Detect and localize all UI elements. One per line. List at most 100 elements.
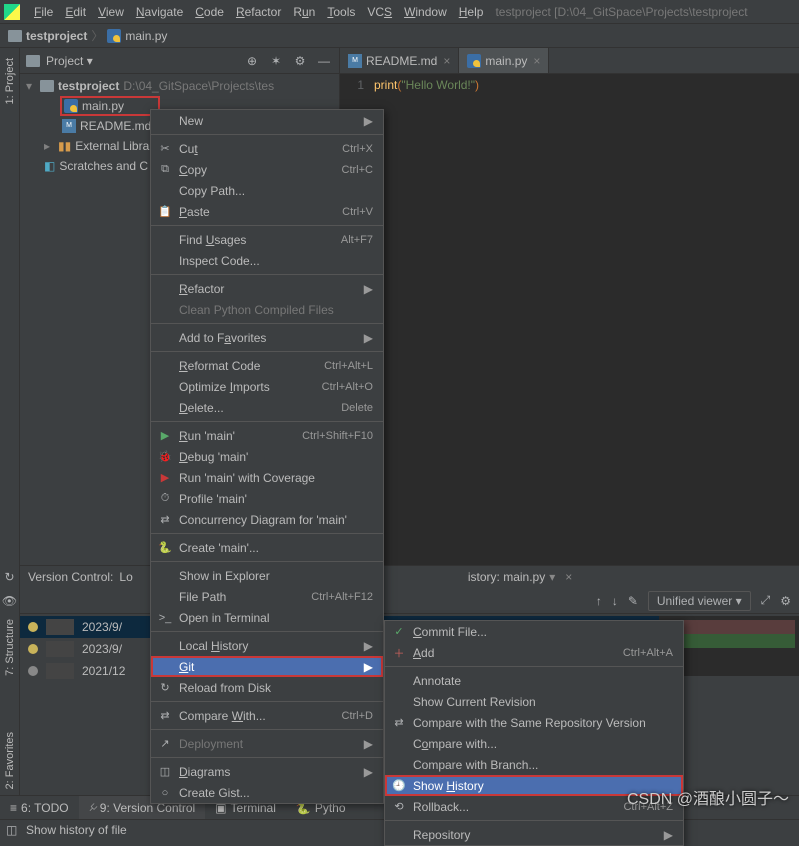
menu-item-diagrams[interactable]: ◫Diagrams▶ bbox=[151, 761, 383, 782]
menu-vcs[interactable]: VCS bbox=[361, 5, 398, 19]
expand-icon[interactable]: ✶ bbox=[267, 52, 285, 70]
menu-item-paste[interactable]: 📋PasteCtrl+V bbox=[151, 201, 383, 222]
up-icon[interactable]: ↑ bbox=[596, 594, 602, 608]
close-icon[interactable]: × bbox=[443, 54, 450, 68]
menu-item-profile-main[interactable]: ⏱Profile 'main' bbox=[151, 488, 383, 509]
menu-item-repository[interactable]: Repository▶ bbox=[385, 824, 683, 845]
menu-item-git[interactable]: Git▶ bbox=[151, 656, 383, 677]
menu-item-refactor[interactable]: Refactor▶ bbox=[151, 278, 383, 299]
hide-icon[interactable]: — bbox=[315, 52, 333, 70]
expand-icon[interactable]: ⤢ bbox=[761, 593, 771, 608]
menu-item-label: New bbox=[179, 114, 350, 128]
menu-item-show-history[interactable]: 🕘Show History bbox=[385, 775, 683, 796]
project-header-title[interactable]: Project ▾ bbox=[46, 54, 237, 68]
menu-item-concurrency-diagram-for-main[interactable]: ⇄Concurrency Diagram for 'main' bbox=[151, 509, 383, 530]
menu-item-find-usages[interactable]: Find UsagesAlt+F7 bbox=[151, 229, 383, 250]
menu-item-add[interactable]: ＋AddCtrl+Alt+A bbox=[385, 642, 683, 663]
separator bbox=[151, 323, 383, 324]
menu-item-copy[interactable]: ⧉CopyCtrl+C bbox=[151, 159, 383, 180]
menu-item-run-main-with-coverage[interactable]: ▶Run 'main' with Coverage bbox=[151, 467, 383, 488]
close-icon[interactable]: × bbox=[533, 54, 540, 68]
menu-item-label: Debug 'main' bbox=[179, 450, 373, 464]
menu-item-icon bbox=[157, 302, 173, 318]
code-token-str: "Hello World!" bbox=[401, 78, 475, 92]
menu-refactor[interactable]: Refactor bbox=[230, 5, 287, 19]
menu-item-create-gist[interactable]: ○Create Gist... bbox=[151, 782, 383, 803]
menu-item-debug-main[interactable]: 🐞Debug 'main' bbox=[151, 446, 383, 467]
gear-icon[interactable]: ⚙ bbox=[291, 52, 309, 70]
menu-edit[interactable]: Edit bbox=[59, 5, 92, 19]
chevron-down-icon[interactable]: ▾ bbox=[26, 79, 36, 93]
breadcrumb-project[interactable]: testproject bbox=[8, 29, 87, 43]
viewer-dropdown[interactable]: Unified viewer ▾ bbox=[648, 591, 751, 611]
menu-navigate[interactable]: Navigate bbox=[130, 5, 189, 19]
breadcrumb-file[interactable]: main.py bbox=[107, 29, 167, 43]
menu-item-shortcut: Alt+F7 bbox=[341, 234, 373, 246]
menu-item-compare-with-branch[interactable]: Compare with Branch... bbox=[385, 754, 683, 775]
menu-item-run-main[interactable]: ▶Run 'main'Ctrl+Shift+F10 bbox=[151, 425, 383, 446]
refresh-icon[interactable]: ↻ bbox=[2, 569, 18, 585]
tree-root[interactable]: ▾ testproject D:\04_GitSpace\Projects\te… bbox=[20, 76, 339, 96]
dropdown-icon[interactable]: ▾ bbox=[549, 570, 555, 584]
menu-item-reformat-code[interactable]: Reformat CodeCtrl+Alt+L bbox=[151, 355, 383, 376]
menu-item-add-to-favorites[interactable]: Add to Favorites▶ bbox=[151, 327, 383, 348]
menu-item-show-current-revision[interactable]: Show Current Revision bbox=[385, 691, 683, 712]
menu-item-open-in-terminal[interactable]: >_Open in Terminal bbox=[151, 607, 383, 628]
code-content[interactable]: print("Hello World!") bbox=[370, 74, 799, 565]
tab-favorites[interactable]: 2: Favorites bbox=[2, 726, 18, 795]
menu-item-new[interactable]: New▶ bbox=[151, 110, 383, 131]
menu-item-cut[interactable]: ✂CutCtrl+X bbox=[151, 138, 383, 159]
locate-icon[interactable]: ⊕ bbox=[243, 52, 261, 70]
menu-item-create-main[interactable]: 🐍Create 'main'... bbox=[151, 537, 383, 558]
menu-item-compare-with[interactable]: ⇄Compare With...Ctrl+D bbox=[151, 705, 383, 726]
menu-item-file-path[interactable]: File PathCtrl+Alt+F12 bbox=[151, 586, 383, 607]
editor-tab-readme[interactable]: M README.md × bbox=[340, 48, 459, 73]
menu-item-commit-file[interactable]: ✓Commit File... bbox=[385, 621, 683, 642]
down-icon[interactable]: ↓ bbox=[612, 594, 618, 608]
menu-item-icon: ＋ bbox=[391, 645, 407, 661]
menu-code[interactable]: Code bbox=[189, 5, 230, 19]
menu-item-annotate[interactable]: Annotate bbox=[385, 670, 683, 691]
menu-item-label: Rollback... bbox=[413, 800, 597, 814]
chevron-right-icon[interactable]: ▸ bbox=[44, 139, 54, 153]
tree-file-main[interactable]: main.py bbox=[60, 96, 160, 116]
menu-help[interactable]: Help bbox=[453, 5, 490, 19]
menu-item-label: Clean Python Compiled Files bbox=[179, 303, 373, 317]
menu-item-compare-with-the-same-repository-version[interactable]: ⇄Compare with the Same Repository Versio… bbox=[385, 712, 683, 733]
editor-area: M README.md × main.py × 1 print("Hello W… bbox=[340, 48, 799, 565]
edit-icon[interactable]: ✎ bbox=[628, 594, 638, 608]
tab-structure[interactable]: 7: Structure bbox=[2, 613, 18, 682]
eye-icon[interactable]: 👁 bbox=[2, 593, 18, 609]
chevron-right-icon: 〉 bbox=[91, 27, 103, 44]
vc-tab-log[interactable]: Lo bbox=[119, 570, 132, 584]
menu-item-compare-with[interactable]: Compare with... bbox=[385, 733, 683, 754]
menu-item-icon: ▶ bbox=[157, 470, 173, 486]
menu-item-label: Delete... bbox=[179, 401, 315, 415]
menu-item-delete[interactable]: Delete...Delete bbox=[151, 397, 383, 418]
menu-run[interactable]: Run bbox=[287, 5, 321, 19]
chevron-right-icon: ▶ bbox=[364, 660, 373, 674]
editor-tab-main[interactable]: main.py × bbox=[459, 48, 549, 73]
menu-item-reload-from-disk[interactable]: ↻Reload from Disk bbox=[151, 677, 383, 698]
editor-tabs: M README.md × main.py × bbox=[340, 48, 799, 74]
menu-item-show-in-explorer[interactable]: Show in Explorer bbox=[151, 565, 383, 586]
editor-body[interactable]: 1 print("Hello World!") bbox=[340, 74, 799, 565]
menu-window[interactable]: Window bbox=[398, 5, 453, 19]
tab-todo[interactable]: ≡ 6: TODO bbox=[0, 796, 79, 819]
menu-item-optimize-imports[interactable]: Optimize ImportsCtrl+Alt+O bbox=[151, 376, 383, 397]
commit-date: 2023/9/ bbox=[82, 620, 122, 634]
menu-tools[interactable]: Tools bbox=[321, 5, 361, 19]
menu-file[interactable]: File bbox=[28, 5, 59, 19]
gear-icon[interactable]: ⚙ bbox=[780, 594, 791, 608]
close-icon[interactable]: × bbox=[565, 570, 572, 584]
menu-item-copy-path[interactable]: Copy Path... bbox=[151, 180, 383, 201]
menu-item-rollback[interactable]: ⟲Rollback...Ctrl+Alt+Z bbox=[385, 796, 683, 817]
tab-project[interactable]: 1: Project bbox=[2, 52, 18, 110]
window-icon[interactable]: ◫ bbox=[6, 823, 20, 837]
scratches-icon: ◧ bbox=[44, 159, 55, 173]
menu-item-label: Annotate bbox=[413, 674, 673, 688]
menu-item-local-history[interactable]: Local History▶ bbox=[151, 635, 383, 656]
menu-view[interactable]: View bbox=[92, 5, 130, 19]
window-path: testproject [D:\04_GitSpace\Projects\tes… bbox=[495, 5, 795, 19]
menu-item-inspect-code[interactable]: Inspect Code... bbox=[151, 250, 383, 271]
